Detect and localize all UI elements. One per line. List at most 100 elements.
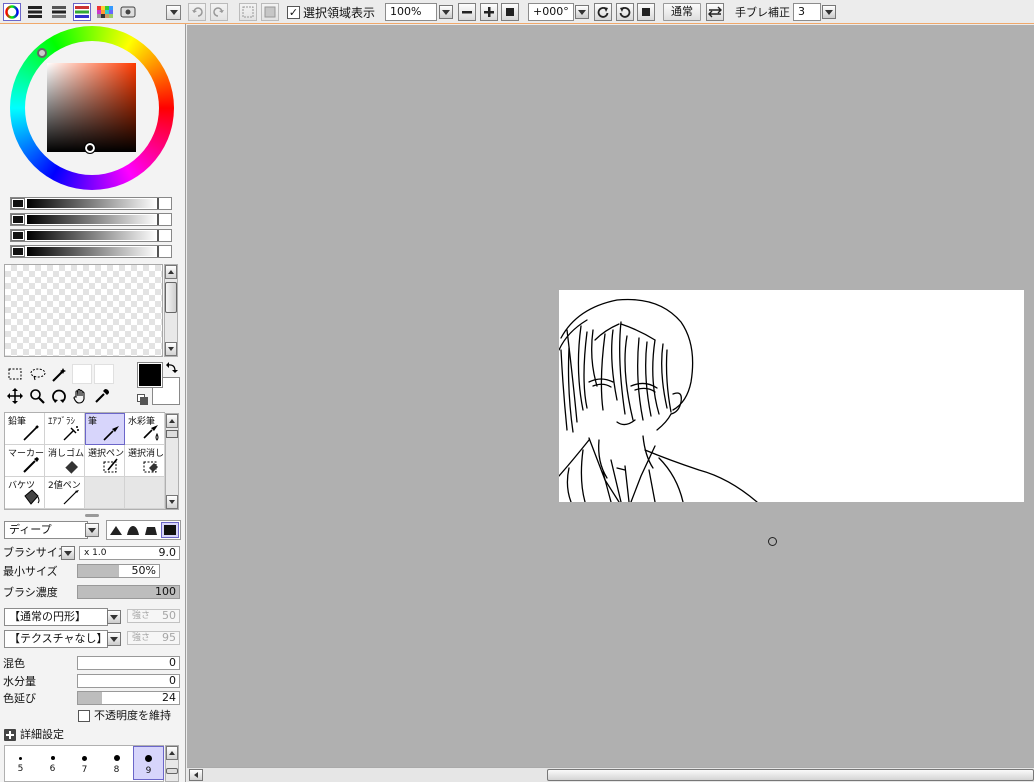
rect-select-icon[interactable]: [7, 367, 25, 383]
rotation-select[interactable]: +000°: [528, 3, 574, 21]
size-preset-label: 7: [81, 764, 88, 775]
scratchpad-tab[interactable]: [119, 3, 137, 21]
flip-horizontal-button[interactable]: [706, 3, 724, 21]
advanced-settings-label[interactable]: 詳細設定: [20, 728, 64, 742]
color-slider-2[interactable]: [10, 213, 172, 226]
stabilizer-select[interactable]: 3: [793, 3, 821, 21]
edge-medium-icon[interactable]: [126, 524, 140, 536]
keep-opacity-checkbox[interactable]: [78, 710, 90, 722]
hand-tool-icon[interactable]: [72, 388, 90, 406]
color-stretch-slider[interactable]: 24: [77, 691, 180, 705]
color-slider-3[interactable]: [10, 229, 172, 242]
shape-strength-slider[interactable]: 強さ 50: [127, 609, 180, 623]
size-preset-7[interactable]: 7: [69, 746, 100, 780]
color-stretch-label: 色延び: [3, 692, 36, 705]
tool-scroll-up-button[interactable]: [166, 414, 178, 428]
undo-button[interactable]: [188, 3, 206, 21]
advanced-settings-toggle[interactable]: [4, 729, 16, 741]
move-icon[interactable]: [7, 388, 25, 406]
h-scroll-left-button[interactable]: [189, 769, 203, 781]
brush-shape-select[interactable]: 【通常の円形】: [4, 608, 108, 626]
tool-pencil[interactable]: 鉛筆: [5, 413, 45, 445]
edge-hard-icon[interactable]: [109, 524, 123, 536]
color-slider-4[interactable]: [10, 245, 172, 258]
brush-density-slider[interactable]: 100: [77, 585, 180, 599]
redo-button[interactable]: [210, 3, 228, 21]
size-preset-9[interactable]: 9: [133, 746, 164, 780]
color-set-tab[interactable]: [73, 3, 91, 21]
tool-bucket[interactable]: バケツ: [5, 477, 45, 509]
stabilizer-dropdown-button[interactable]: [822, 5, 836, 19]
tool-scroll-thumb[interactable]: [166, 430, 178, 438]
tool-selection-pen[interactable]: 選択ペン: [85, 445, 125, 477]
scroll-up-button[interactable]: [165, 265, 177, 279]
brush-size-dropdown-button[interactable]: [61, 546, 75, 560]
color-wheel-tab[interactable]: [3, 3, 21, 21]
deselect-button[interactable]: [239, 3, 257, 21]
h-scroll-thumb[interactable]: [547, 769, 1034, 781]
zoom-dropdown-button[interactable]: [439, 5, 453, 19]
size-preset-5[interactable]: 5: [5, 746, 36, 780]
zoom-reset-button[interactable]: [501, 3, 519, 21]
brush-shape-dropdown-button[interactable]: [107, 610, 121, 624]
tool-grid-scrollbar[interactable]: [165, 413, 179, 510]
hue-marker[interactable]: [37, 48, 47, 58]
canvas-h-scrollbar[interactable]: [187, 767, 1034, 782]
edge-square-icon[interactable]: [161, 522, 179, 538]
show-selection-checkbox[interactable]: ✓: [287, 6, 300, 19]
rotate-tool-icon[interactable]: [51, 388, 69, 406]
brush-size-slider[interactable]: x 1.0 9.0: [79, 546, 180, 560]
size-preset-scrollbar[interactable]: [165, 745, 179, 782]
scroll-thumb[interactable]: [165, 282, 177, 313]
tool-marker[interactable]: マーカー: [5, 445, 45, 477]
swap-colors-icon[interactable]: [166, 362, 178, 374]
swatch-tab[interactable]: [96, 3, 114, 21]
size-scroll-thumb[interactable]: [166, 768, 178, 774]
swatch-scrollbar[interactable]: [164, 264, 178, 357]
color-slider-1[interactable]: [10, 197, 172, 210]
edge-soft-icon[interactable]: [144, 524, 158, 536]
swatch-area[interactable]: [4, 264, 163, 357]
blend-mode-button[interactable]: 通常: [663, 3, 701, 21]
texture-select[interactable]: 【テクスチャなし】: [4, 630, 108, 648]
hsv-slider-tab[interactable]: [50, 3, 68, 21]
size-scroll-up-button[interactable]: [166, 746, 178, 760]
tool-scroll-down-button[interactable]: [166, 495, 178, 509]
min-size-slider[interactable]: 50%: [77, 564, 160, 578]
sv-marker[interactable]: [84, 142, 96, 154]
rotate-left-button[interactable]: [594, 3, 612, 21]
rgb-slider-tab[interactable]: [26, 3, 44, 21]
texture-dropdown-button[interactable]: [107, 632, 121, 646]
tool-watercolor-brush[interactable]: 水彩筆: [125, 413, 165, 445]
primary-color-swatch[interactable]: [137, 362, 163, 388]
lasso-icon[interactable]: [29, 367, 47, 383]
zoom-in-button[interactable]: [480, 3, 498, 21]
tool-selection-eraser[interactable]: 選択消し: [125, 445, 165, 477]
saturation-value-square[interactable]: [47, 63, 136, 152]
drawing-canvas[interactable]: [559, 290, 1024, 502]
zoom-select[interactable]: 100%: [385, 3, 437, 21]
reset-colors-icon[interactable]: [137, 394, 148, 405]
blend-slider[interactable]: 0: [77, 656, 180, 670]
brush-mode-dropdown-button[interactable]: [85, 523, 99, 537]
magic-wand-icon[interactable]: [51, 367, 69, 383]
zoom-tool-icon[interactable]: [29, 388, 47, 406]
size-preset-6[interactable]: 6: [37, 746, 68, 780]
brush-mode-select[interactable]: ディープ: [4, 521, 88, 539]
water-slider[interactable]: 0: [77, 674, 180, 688]
invert-selection-button[interactable]: [261, 3, 279, 21]
tool-eraser[interactable]: 消しゴム: [45, 445, 85, 477]
rotation-dropdown-button[interactable]: [575, 5, 589, 19]
tool-brush[interactable]: 筆: [85, 413, 125, 445]
size-preset-8[interactable]: 8: [101, 746, 132, 780]
scroll-down-button[interactable]: [165, 342, 177, 356]
rotate-right-button[interactable]: [616, 3, 634, 21]
zoom-out-button[interactable]: [458, 3, 476, 21]
tool-binary-pen[interactable]: 2値ペン: [45, 477, 85, 509]
rotation-reset-button[interactable]: [637, 3, 655, 21]
eyedropper-icon[interactable]: [94, 388, 112, 406]
panel-splitter[interactable]: [85, 514, 99, 517]
tool-airbrush[interactable]: ｴｱﾌﾞﾗｼ: [45, 413, 85, 445]
panel-menu-dropdown[interactable]: [166, 5, 181, 20]
texture-strength-slider[interactable]: 強さ 95: [127, 631, 180, 645]
